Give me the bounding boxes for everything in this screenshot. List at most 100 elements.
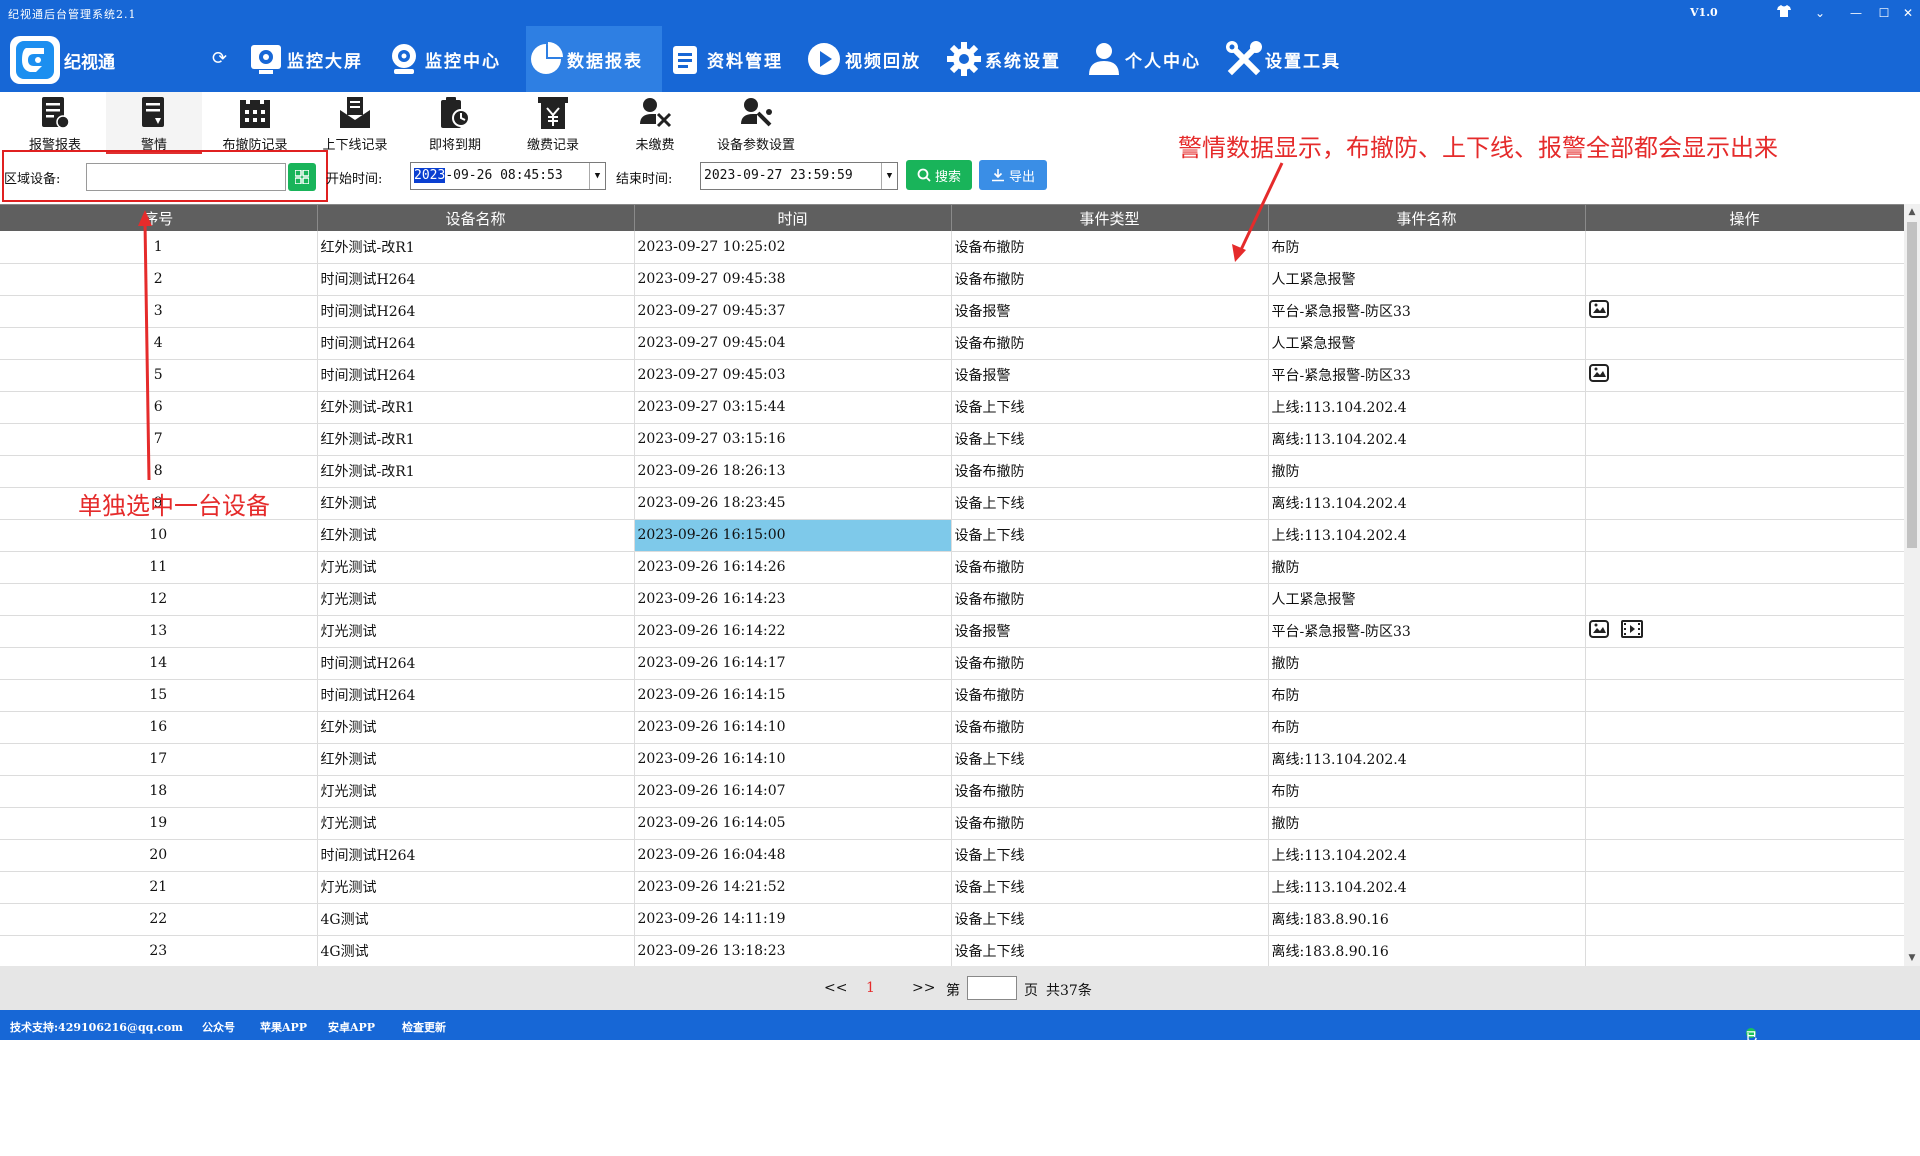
cell-device-name[interactable]: 时间测试H264 (317, 359, 635, 392)
cell-seq[interactable]: 23 (0, 935, 318, 966)
image-icon[interactable] (1588, 620, 1609, 642)
cell-event-name[interactable]: 离线:113.104.202.4 (1268, 487, 1586, 520)
cell-seq[interactable]: 16 (0, 711, 318, 744)
cell-device-name[interactable]: 红外测试-改R1 (317, 391, 635, 424)
cell-time[interactable]: 2023-09-27 09:45:37 (634, 295, 952, 328)
cell-time[interactable]: 2023-09-26 18:26:13 (634, 455, 952, 488)
cell-event-type[interactable]: 设备上下线 (951, 871, 1269, 904)
cell-event-name[interactable]: 布防 (1268, 711, 1586, 744)
subnav-expiring-soon[interactable]: 即将到期 (418, 92, 492, 153)
nav-item-personal-center[interactable]: 个人中心 (1084, 26, 1201, 92)
cell-time[interactable]: 2023-09-27 09:45:03 (634, 359, 952, 392)
scroll-down-icon[interactable]: ▼ (1904, 950, 1920, 966)
cell-event-name[interactable]: 上线:113.104.202.4 (1268, 519, 1586, 552)
last-page-button[interactable]: >> (912, 980, 935, 996)
cell-event-name[interactable]: 平台-紧急报警-防区33 (1268, 615, 1586, 648)
table-row[interactable]: 9 红外测试 2023-09-26 18:23:45 设备上下线 离线:113.104.… (0, 487, 1904, 520)
refresh-icon[interactable]: ⟳ (212, 48, 227, 69)
table-row[interactable]: 14 时间测试H264 2023-09-26 16:14:17 设备布撤防 撤防 (0, 647, 1904, 680)
subnav-payment-records[interactable]: 缴费记录 (516, 92, 590, 153)
table-row[interactable]: 10 红外测试 2023-09-26 16:15:00 设备上下线 上线:113.104… (0, 519, 1904, 552)
cell-time[interactable]: 2023-09-26 16:04:48 (634, 839, 952, 872)
image-icon[interactable] (1588, 364, 1609, 386)
cell-event-name[interactable]: 撤防 (1268, 551, 1586, 584)
cell-event-type[interactable]: 设备布撤防 (951, 807, 1269, 840)
cell-seq[interactable]: 3 (0, 295, 318, 328)
cell-event-type[interactable]: 设备布撤防 (951, 327, 1269, 360)
nav-item-system-settings[interactable]: 系统设置 (944, 26, 1061, 92)
cell-seq[interactable]: 7 (0, 423, 318, 456)
table-row[interactable]: 11 灯光测试 2023-09-26 16:14:26 设备布撤防 撤防 (0, 551, 1904, 584)
table-row[interactable]: 7 红外测试-改R1 2023-09-27 03:15:16 设备上下线 离线:113.… (0, 423, 1904, 456)
cell-event-type[interactable]: 设备上下线 (951, 935, 1269, 966)
first-page-button[interactable]: << (824, 980, 847, 996)
col-header-event-type[interactable]: 事件类型 (951, 205, 1269, 231)
cell-event-name[interactable]: 布防 (1268, 775, 1586, 808)
cell-event-type[interactable]: 设备上下线 (951, 519, 1269, 552)
chevron-down-icon[interactable]: ▼ (881, 163, 897, 189)
cell-device-name[interactable]: 灯光测试 (317, 871, 635, 904)
cell-seq[interactable]: 6 (0, 391, 318, 424)
nav-item-data-management[interactable]: 资料管理 (666, 26, 783, 92)
cell-event-name[interactable]: 人工紧急报警 (1268, 327, 1586, 360)
table-row[interactable]: 6 红外测试-改R1 2023-09-27 03:15:44 设备上下线 上线:113.… (0, 391, 1904, 424)
table-row[interactable]: 12 灯光测试 2023-09-26 16:14:23 设备布撤防 人工紧急报警 (0, 583, 1904, 616)
collapse-button[interactable]: ⌄ (1802, 0, 1838, 26)
cell-event-type[interactable]: 设备上下线 (951, 423, 1269, 456)
table-row[interactable]: 19 灯光测试 2023-09-26 16:14:05 设备布撤防 撤防 (0, 807, 1904, 840)
cell-event-name[interactable]: 人工紧急报警 (1268, 583, 1586, 616)
page-jump-input[interactable] (967, 976, 1017, 1000)
cell-time[interactable]: 2023-09-26 16:14:10 (634, 711, 952, 744)
cell-event-type[interactable]: 设备布撤防 (951, 263, 1269, 296)
col-header-seq[interactable]: 序号 (0, 205, 318, 231)
cell-device-name[interactable]: 4G测试 (317, 903, 635, 936)
cell-event-type[interactable]: 设备布撤防 (951, 647, 1269, 680)
cell-seq[interactable]: 10 (0, 519, 318, 552)
cell-device-name[interactable]: 时间测试H264 (317, 327, 635, 360)
close-button[interactable]: ✕ (1890, 0, 1920, 26)
table-row[interactable]: 8 红外测试-改R1 2023-09-26 18:26:13 设备布撤防 撤防 (0, 455, 1904, 488)
cell-device-name[interactable]: 时间测试H264 (317, 295, 635, 328)
table-row[interactable]: 2 时间测试H264 2023-09-27 09:45:38 设备布撤防 人工紧急报警 (0, 263, 1904, 296)
cell-event-type[interactable]: 设备布撤防 (951, 711, 1269, 744)
current-page-number[interactable]: 1 (866, 980, 875, 996)
cell-time[interactable]: 2023-09-26 16:14:05 (634, 807, 952, 840)
cell-time[interactable]: 2023-09-26 16:15:00 (634, 519, 952, 552)
cell-seq[interactable]: 12 (0, 583, 318, 616)
cell-event-name[interactable]: 撤防 (1268, 647, 1586, 680)
cell-event-type[interactable]: 设备上下线 (951, 839, 1269, 872)
cell-device-name[interactable]: 时间测试H264 (317, 839, 635, 872)
cell-device-name[interactable]: 红外测试 (317, 487, 635, 520)
cell-event-type[interactable]: 设备布撤防 (951, 455, 1269, 488)
cell-seq[interactable]: 2 (0, 263, 318, 296)
cell-time[interactable]: 2023-09-27 10:25:02 (634, 231, 952, 264)
nav-item-monitor-screen[interactable]: 监控大屏 (246, 26, 363, 92)
cell-event-name[interactable]: 上线:113.104.202.4 (1268, 839, 1586, 872)
table-row[interactable]: 23 4G测试 2023-09-26 13:18:23 设备上下线 离线:183.8.9… (0, 935, 1904, 966)
export-button[interactable]: 导出 (979, 160, 1047, 190)
cell-time[interactable]: 2023-09-26 18:23:45 (634, 487, 952, 520)
start-time-picker[interactable]: 2023-09-26 08:45:53 ▼ (410, 162, 606, 190)
col-header-event-name[interactable]: 事件名称 (1268, 205, 1586, 231)
cell-time[interactable]: 2023-09-26 16:14:26 (634, 551, 952, 584)
cell-device-name[interactable]: 灯光测试 (317, 775, 635, 808)
table-row[interactable]: 21 灯光测试 2023-09-26 14:21:52 设备上下线 上线:113.104… (0, 871, 1904, 904)
table-row[interactable]: 13 灯光测试 2023-09-26 16:14:22 设备报警 平台-紧急报警-防区3… (0, 615, 1904, 648)
cell-time[interactable]: 2023-09-26 16:14:10 (634, 743, 952, 776)
device-picker-button[interactable] (288, 163, 316, 191)
cell-time[interactable]: 2023-09-26 16:14:22 (634, 615, 952, 648)
cell-device-name[interactable]: 灯光测试 (317, 807, 635, 840)
subnav-arm-disarm-log[interactable]: 布撤防记录 (214, 92, 296, 153)
apple-app-link[interactable]: 苹果APP (260, 1019, 307, 1035)
subnav-alerts[interactable]: 警情 (106, 92, 202, 154)
cell-time[interactable]: 2023-09-26 16:14:17 (634, 647, 952, 680)
cell-event-name[interactable]: 上线:113.104.202.4 (1268, 391, 1586, 424)
nav-item-data-report[interactable]: 数据报表 (526, 26, 662, 92)
android-app-link[interactable]: 安卓APP (328, 1019, 375, 1035)
cell-event-name[interactable]: 撤防 (1268, 455, 1586, 488)
table-row[interactable]: 17 红外测试 2023-09-26 16:14:10 设备上下线 离线:113.104… (0, 743, 1904, 776)
cell-device-name[interactable]: 4G测试 (317, 935, 635, 966)
official-account-link[interactable]: 公众号 (202, 1019, 235, 1035)
cell-event-type[interactable]: 设备布撤防 (951, 231, 1269, 264)
cell-device-name[interactable]: 灯光测试 (317, 551, 635, 584)
